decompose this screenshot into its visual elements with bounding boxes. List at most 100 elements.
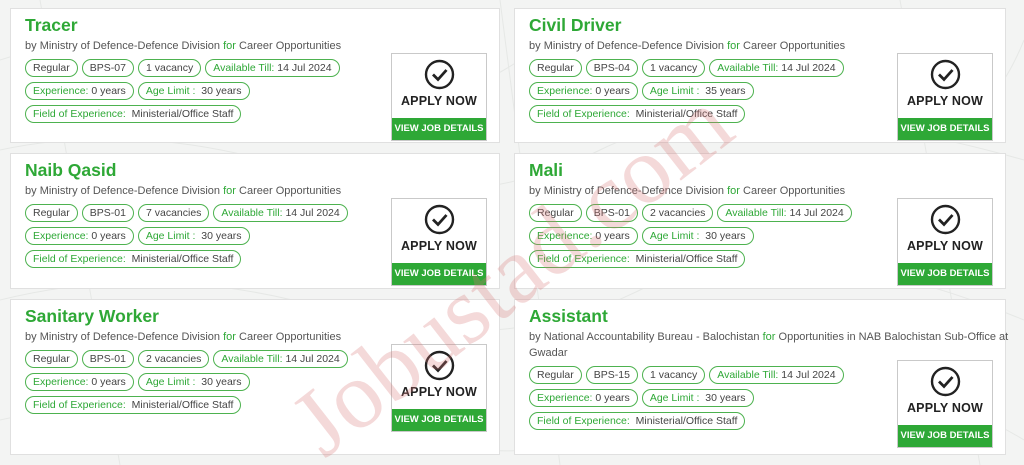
job-organization-line: by Ministry of Defence-Defence Division … (25, 329, 385, 345)
field-label: Field of Experience: (537, 415, 630, 427)
experience-label: Experience: (33, 230, 89, 242)
organization-name: Ministry of Defence-Defence Division (543, 40, 725, 52)
for-text: for (762, 331, 776, 343)
vacancies-badge: 7 vacancies (137, 204, 210, 222)
job-organization-line: by National Accountability Bureau - Balo… (529, 329, 1009, 361)
job-title-link[interactable]: Sanitary Worker (25, 306, 491, 326)
age-label: Age Limit : (649, 230, 700, 242)
apply-now-button[interactable]: APPLY NOW VIEW JOB DETAILS (391, 53, 487, 141)
field-value: Ministerial/Office Staff (131, 399, 234, 411)
age-label: Age Limit : (649, 392, 700, 404)
experience-badge: Experience: 0 years (529, 82, 638, 100)
job-title-link[interactable]: Mali (529, 160, 997, 180)
apply-now-button[interactable]: APPLY NOW VIEW JOB DETAILS (897, 198, 993, 286)
job-type-badge: Regular (529, 366, 582, 384)
apply-now-button[interactable]: APPLY NOW VIEW JOB DETAILS (391, 344, 487, 432)
field-value: Ministerial/Office Staff (131, 253, 234, 265)
field-of-experience-badge: Field of Experience: Ministerial/Office … (25, 250, 242, 268)
job-card: Sanitary Worker by Ministry of Defence-D… (10, 299, 500, 455)
job-listings-grid: Tracer by Ministry of Defence-Defence Di… (10, 8, 1010, 458)
view-job-details-button[interactable]: VIEW JOB DETAILS (898, 425, 992, 447)
job-title-link[interactable]: Civil Driver (529, 15, 997, 35)
view-job-details-button[interactable]: VIEW JOB DETAILS (392, 409, 486, 431)
experience-label: Experience: (33, 376, 89, 388)
job-card: Tracer by Ministry of Defence-Defence Di… (10, 8, 500, 143)
bps-badge: BPS-04 (585, 59, 638, 77)
job-type-badge: Regular (25, 59, 78, 77)
field-value: Ministerial/Office Staff (635, 253, 738, 265)
organization-name: Ministry of Defence-Defence Division (39, 331, 221, 343)
by-text: by (25, 185, 37, 197)
experience-badge: Experience: 0 years (25, 82, 134, 100)
view-job-details-button[interactable]: VIEW JOB DETAILS (392, 118, 486, 140)
available-date: 14 Jul 2024 (781, 369, 836, 381)
job-title-link[interactable]: Naib Qasid (25, 160, 491, 180)
available-till-badge: Available Till: 14 Jul 2024 (213, 204, 348, 222)
experience-label: Experience: (33, 85, 89, 97)
experience-label: Experience: (537, 392, 593, 404)
job-category: Career Opportunities (239, 185, 342, 197)
view-job-details-button[interactable]: VIEW JOB DETAILS (898, 118, 992, 140)
vacancies-badge: 2 vacancies (641, 204, 714, 222)
apply-now-button[interactable]: APPLY NOW VIEW JOB DETAILS (897, 53, 993, 141)
age-limit-badge: Age Limit : 30 years (137, 227, 250, 245)
available-till-badge: Available Till: 14 Jul 2024 (709, 366, 844, 384)
apply-now-button[interactable]: APPLY NOW VIEW JOB DETAILS (391, 198, 487, 286)
experience-value: 0 years (91, 376, 126, 388)
for-text: for (223, 331, 236, 343)
available-label: Available Till: (221, 207, 283, 219)
bps-badge: BPS-01 (81, 350, 134, 368)
field-of-experience-badge: Field of Experience: Ministerial/Office … (25, 105, 242, 123)
job-title-link[interactable]: Tracer (25, 15, 491, 35)
apply-now-button[interactable]: APPLY NOW VIEW JOB DETAILS (897, 360, 993, 448)
field-of-experience-badge: Field of Experience: Ministerial/Office … (529, 412, 746, 430)
field-value: Ministerial/Office Staff (635, 108, 738, 120)
by-text: by (529, 185, 541, 197)
job-organization-line: by Ministry of Defence-Defence Division … (25, 183, 385, 199)
job-type-badge: Regular (529, 204, 582, 222)
check-circle-icon (930, 204, 961, 235)
available-date: 14 Jul 2024 (285, 353, 340, 365)
bps-badge: BPS-01 (585, 204, 638, 222)
available-label: Available Till: (717, 62, 779, 74)
age-label: Age Limit : (145, 85, 196, 97)
age-value: 30 years (201, 376, 242, 388)
experience-value: 0 years (595, 85, 630, 97)
apply-now-label: APPLY NOW (400, 239, 478, 253)
age-limit-badge: Age Limit : 30 years (641, 389, 754, 407)
age-value: 35 years (705, 85, 746, 97)
job-title-link[interactable]: Assistant (529, 306, 997, 326)
check-circle-icon (930, 59, 961, 90)
organization-name: National Accountability Bureau - Balochi… (543, 331, 760, 343)
view-job-details-button[interactable]: VIEW JOB DETAILS (898, 263, 992, 285)
experience-badge: Experience: 0 years (25, 227, 134, 245)
view-job-details-button[interactable]: VIEW JOB DETAILS (392, 263, 486, 285)
experience-badge: Experience: 0 years (529, 227, 638, 245)
experience-badge: Experience: 0 years (529, 389, 638, 407)
job-organization-line: by Ministry of Defence-Defence Division … (529, 183, 889, 199)
age-label: Age Limit : (649, 85, 700, 97)
experience-value: 0 years (91, 230, 126, 242)
bps-badge: BPS-07 (81, 59, 134, 77)
available-till-badge: Available Till: 14 Jul 2024 (717, 204, 852, 222)
available-date: 14 Jul 2024 (277, 62, 332, 74)
field-label: Field of Experience: (537, 108, 630, 120)
for-text: for (223, 185, 236, 197)
job-organization-line: by Ministry of Defence-Defence Division … (25, 38, 385, 54)
apply-now-label: APPLY NOW (400, 94, 478, 108)
job-category: Career Opportunities (743, 40, 846, 52)
for-text: for (223, 40, 236, 52)
vacancies-badge: 1 vacancy (641, 59, 706, 77)
job-type-badge: Regular (25, 350, 78, 368)
age-label: Age Limit : (145, 230, 196, 242)
vacancies-badge: 1 vacancy (641, 366, 706, 384)
job-organization-line: by Ministry of Defence-Defence Division … (529, 38, 889, 54)
apply-now-label: APPLY NOW (400, 385, 478, 399)
check-circle-icon (424, 59, 455, 90)
by-text: by (529, 331, 541, 343)
by-text: by (529, 40, 541, 52)
vacancies-badge: 2 vacancies (137, 350, 210, 368)
job-category: Career Opportunities (743, 185, 846, 197)
job-card: Naib Qasid by Ministry of Defence-Defenc… (10, 153, 500, 289)
age-value: 30 years (201, 230, 242, 242)
